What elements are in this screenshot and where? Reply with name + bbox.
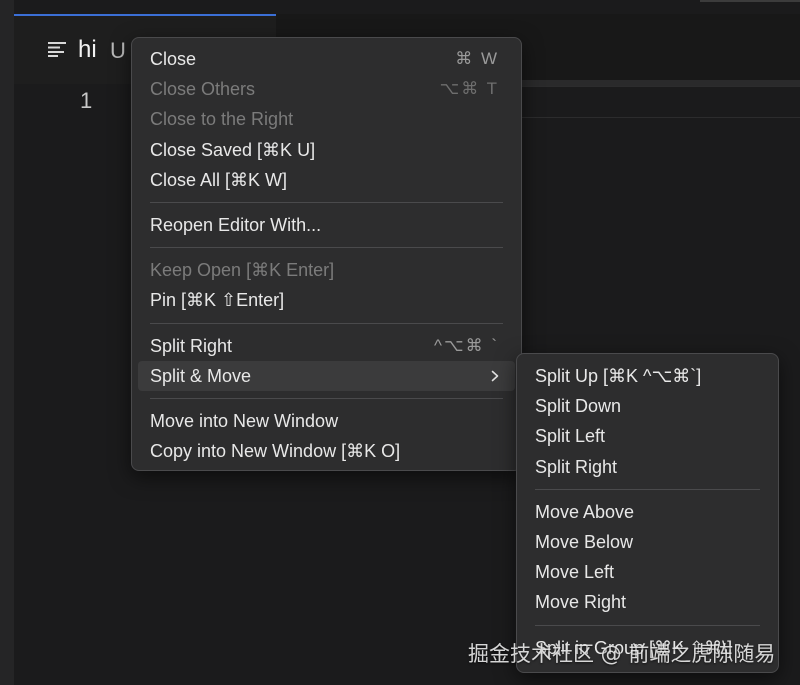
menu-item-shortcut: ^⌥⌘ ` <box>434 335 499 355</box>
menu-item-close-others[interactable]: Close Others ⌥⌘ T <box>138 74 515 104</box>
tab-title: hi <box>78 36 97 63</box>
menu-item-label: Pin [⌘K ⇧Enter] <box>150 290 285 311</box>
split-and-move-submenu: Split Up [⌘K ^⌥⌘`] Split Down Split Left… <box>516 353 779 673</box>
submenu-item-move-above[interactable]: Move Above <box>523 497 772 527</box>
menu-separator <box>150 322 503 324</box>
menu-item-close-saved[interactable]: Close Saved [⌘K U] <box>138 135 515 165</box>
menu-item-label: Move into New Window <box>150 410 339 431</box>
menu-item-label: Move Right <box>535 592 627 613</box>
menu-item-keep-open[interactable]: Keep Open [⌘K Enter] <box>138 255 515 285</box>
menu-item-label: Close Saved [⌘K U] <box>150 139 316 160</box>
menu-item-close-all[interactable]: Close All [⌘K W] <box>138 165 515 195</box>
menu-item-label: Split Up [⌘K ^⌥⌘`] <box>535 366 702 386</box>
file-lines-icon <box>48 42 66 57</box>
menu-item-label: Move Left <box>535 562 615 583</box>
submenu-item-split-right[interactable]: Split Right <box>523 452 772 482</box>
menu-item-label: Move Above <box>535 501 635 522</box>
menu-item-close-to-the-right[interactable]: Close to the Right <box>138 104 515 134</box>
menu-item-label: Close All [⌘K W] <box>150 169 288 190</box>
menu-separator <box>150 397 503 399</box>
title-bar <box>14 0 800 14</box>
menu-separator <box>150 201 503 203</box>
submenu-item-move-below[interactable]: Move Below <box>523 527 772 557</box>
editor-window: hi U 1 Close ⌘ W Close Others ⌥⌘ T Close… <box>0 0 800 685</box>
menu-item-label: Copy into New Window [⌘K O] <box>150 441 401 462</box>
menu-item-split-right[interactable]: Split Right ^⌥⌘ ` <box>138 331 515 361</box>
line-number: 1 <box>80 88 93 113</box>
menu-item-label: Keep Open [⌘K Enter] <box>150 260 335 281</box>
menu-item-pin[interactable]: Pin [⌘K ⇧Enter] <box>138 285 515 315</box>
submenu-item-move-left[interactable]: Move Left <box>523 557 772 587</box>
menu-item-shortcut: ⌘ W <box>455 49 499 68</box>
menu-item-label: Split Right <box>535 456 618 477</box>
current-line-highlight <box>500 86 800 118</box>
menu-item-close[interactable]: Close ⌘ W <box>138 44 515 74</box>
menu-item-move-into-new-window[interactable]: Move into New Window <box>138 406 515 436</box>
menu-item-label: Split Right <box>150 335 233 356</box>
submenu-item-move-right[interactable]: Move Right <box>523 587 772 617</box>
submenu-item-split-up[interactable]: Split Up [⌘K ^⌥⌘`] <box>523 361 772 391</box>
title-bar-control <box>700 0 800 2</box>
menu-item-label: Reopen Editor With... <box>150 214 322 235</box>
menu-item-shortcut: ⌥⌘ T <box>439 79 499 99</box>
submenu-item-split-left[interactable]: Split Left <box>523 421 772 451</box>
tab-untracked-status: U <box>110 38 126 63</box>
menu-item-label: Close to the Right <box>150 109 294 130</box>
menu-item-label: Split & Move <box>150 365 252 386</box>
menu-separator <box>535 624 760 626</box>
menu-item-label: Split Left <box>535 426 606 447</box>
chevron-right-icon <box>491 370 499 381</box>
submenu-item-split-down[interactable]: Split Down <box>523 391 772 421</box>
menu-item-label: Move Below <box>535 531 634 552</box>
menu-item-label: Split Down <box>535 396 622 417</box>
watermark: 掘金技术社区 @ 前端之虎陈随易 <box>468 642 776 666</box>
menu-separator <box>150 247 503 249</box>
menu-separator <box>535 488 760 490</box>
menu-item-copy-into-new-window[interactable]: Copy into New Window [⌘K O] <box>138 436 515 466</box>
menu-item-reopen-editor-with[interactable]: Reopen Editor With... <box>138 210 515 240</box>
tab-context-menu: Close ⌘ W Close Others ⌥⌘ T Close to the… <box>131 37 522 471</box>
menu-item-label: Close Others <box>150 79 256 100</box>
menu-item-split-and-move[interactable]: Split & Move <box>138 360 515 391</box>
activity-bar <box>0 0 14 685</box>
menu-item-label: Close <box>150 49 197 69</box>
